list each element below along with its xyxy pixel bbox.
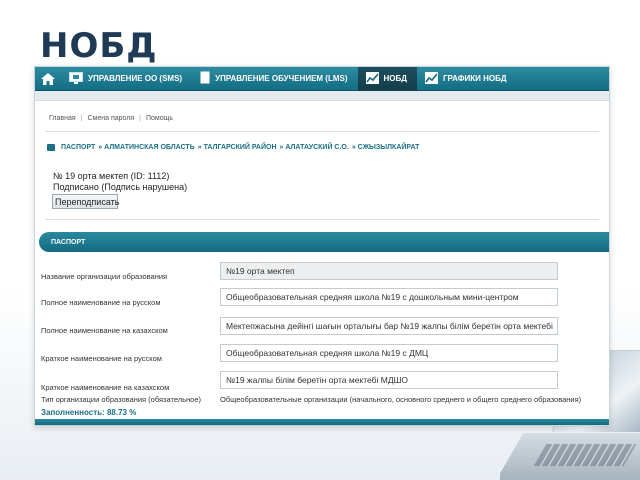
separator: | (80, 115, 83, 122)
link-change-password[interactable]: Смена пароля (87, 115, 134, 122)
breadcrumb: ПАСПОРТ » АЛМАТИНСКАЯ ОБЛАСТЬ » ТАЛГАРСК… (47, 144, 419, 151)
app-window: УПРАВЛЕНИЕ ОО (SMS) УПРАВЛЕНИЕ ОБУЧЕНИЕМ… (34, 66, 610, 426)
signature-state-text: Подписано (Подпись нарушена) (53, 182, 188, 192)
nav-item-lms[interactable]: УПРАВЛЕНИЕ ОБУЧЕНИЕМ (LMS) (192, 67, 357, 91)
top-navigation: УПРАВЛЕНИЕ ОО (SMS) УПРАВЛЕНИЕ ОБУЧЕНИЕМ… (35, 67, 609, 91)
link-home[interactable]: Главная (49, 115, 76, 122)
signature-status: № 19 орта мектеп (ID: 1112) Подписано (П… (53, 171, 187, 193)
field-label: Полное наименование на русском (41, 298, 161, 307)
home-icon[interactable] (35, 67, 61, 91)
full-name-ru-field[interactable]: Общеобразовательная средняя школа №19 с … (220, 288, 558, 306)
nav-item-label: УПРАВЛЕНИЕ ОБУЧЕНИЕМ (LMS) (215, 74, 348, 83)
divider (45, 131, 599, 132)
user-links: Главная | Смена пароля | Помощь (49, 115, 173, 122)
link-help[interactable]: Помощь (146, 115, 173, 122)
folder-icon (47, 144, 55, 151)
field-label: Краткое наименование на казахском (41, 383, 170, 392)
chart-icon (424, 71, 438, 86)
field-label: Полное наименование на казахском (41, 326, 168, 335)
field-label: Краткое наименование на русском (41, 354, 162, 363)
separator: | (139, 115, 141, 122)
full-name-kz-field[interactable]: Мектепжасына дейінгі шағын орталығы бар … (220, 317, 558, 335)
monitor-icon (69, 71, 83, 86)
passport-section-header[interactable]: ПАСПОРТ (39, 232, 609, 252)
document-icon (200, 71, 210, 86)
breadcrumb-rural-district[interactable]: » АЛАТАУСКИЙ С.О. (280, 144, 349, 151)
nav-item-nobd[interactable]: НОБД (357, 67, 417, 91)
resign-button[interactable]: Переподписать (52, 194, 119, 209)
organization-name-field[interactable]: №19 орта мектеп (220, 262, 558, 280)
short-name-ru-field[interactable]: Общеобразовательная средняя школа №19 с … (220, 344, 558, 362)
breadcrumb-region[interactable]: » АЛМАТИНСКАЯ ОБЛАСТЬ (98, 144, 194, 151)
breadcrumb-passport[interactable]: ПАСПОРТ (61, 144, 95, 151)
school-id-text: № 19 орта мектеп (ID: 1112) (53, 171, 170, 181)
field-label: Название организации образования (41, 272, 168, 281)
bottom-border (35, 419, 609, 425)
nav-item-sms[interactable]: УПРАВЛЕНИЕ ОО (SMS) (61, 67, 192, 91)
nav-item-nobd-charts[interactable]: ГРАФИКИ НОБД (417, 67, 517, 91)
nav-item-label: ГРАФИКИ НОБД (442, 74, 507, 83)
nav-item-label: НОБД (383, 74, 407, 83)
breadcrumb-district[interactable]: » ТАЛГАРСКИЙ РАЙОН (198, 144, 277, 151)
slide-title: НОБД (40, 26, 158, 66)
completeness-indicator: Заполненность: 88.73 % (41, 408, 137, 417)
field-label: Тип организации образования (обязательно… (41, 395, 202, 404)
nav-item-label: УПРАВЛЕНИЕ ОО (SMS) (88, 74, 183, 83)
organization-type-value[interactable]: Общеобразовательные организации (начальн… (220, 395, 581, 404)
breadcrumb-village[interactable]: » СЖЫЗЫЛКАЙРАТ (352, 144, 420, 151)
sub-navigation-bar (35, 91, 609, 101)
chart-icon (365, 71, 379, 86)
short-name-kz-field[interactable]: №19 жалпы білім беретін орта мектебі МДШ… (220, 371, 558, 389)
divider (45, 219, 599, 220)
